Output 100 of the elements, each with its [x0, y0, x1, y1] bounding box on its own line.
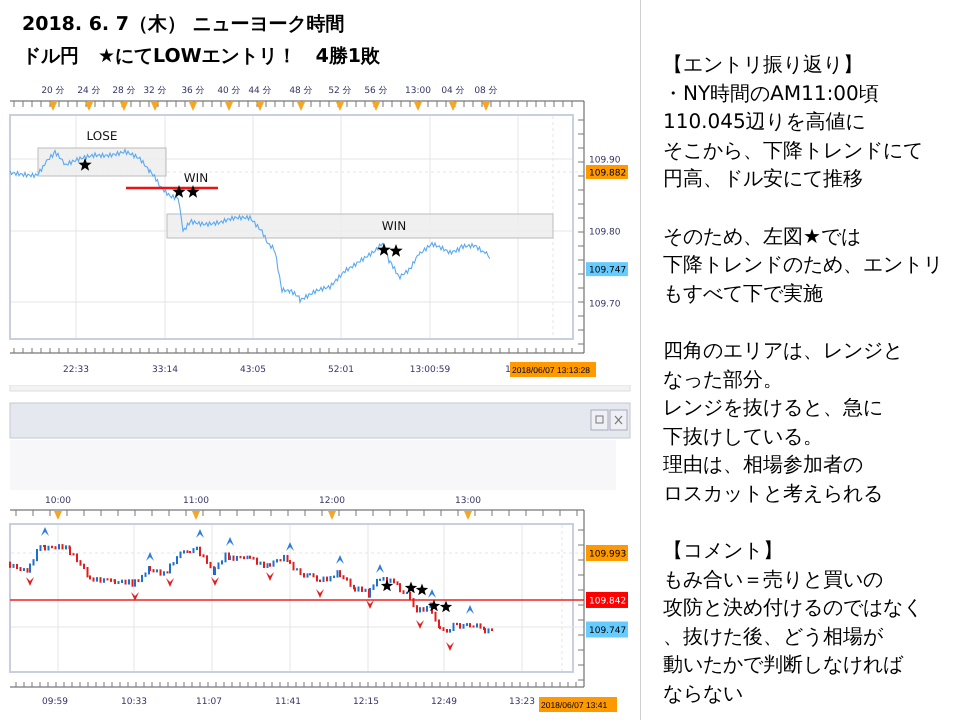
- marker-icon: [297, 102, 305, 111]
- note-line: ならない: [663, 680, 744, 708]
- date-tag: 2018/06/07 13:41: [539, 697, 617, 712]
- marker-icon: [336, 102, 344, 111]
- axis-label: 13:23: [509, 697, 535, 707]
- axis-label: 12:49: [431, 697, 457, 707]
- note-line: 理由は、相場参加者の: [663, 451, 864, 478]
- axis-label: 48 分: [289, 86, 313, 96]
- down-arrow-icon: [131, 592, 139, 601]
- down-arrow-icon: [26, 577, 34, 586]
- price-label: 109.80: [589, 228, 620, 238]
- axis-label: 11:07: [196, 697, 222, 707]
- axis-label: 11:41: [275, 697, 301, 707]
- note-line: 攻防と決め付けるのではなく: [663, 594, 924, 622]
- up-arrow-icon: [336, 555, 344, 564]
- axis-label: 1: [505, 365, 511, 375]
- price-label: 109.993: [589, 550, 626, 560]
- note-line: 110.045辺りを高値に: [663, 108, 867, 136]
- axis-label: 13:00: [405, 86, 431, 96]
- marker-icon: [464, 511, 472, 520]
- marker-icon: [256, 102, 264, 111]
- date-tag: 2018/06/07 13:13:28: [510, 362, 596, 377]
- axis-label: 24 分: [77, 86, 101, 96]
- price-label: 109.747: [589, 266, 626, 276]
- price-label: 109.90: [589, 156, 620, 166]
- note-line: ロスカットと考えられる: [663, 480, 884, 507]
- marker-icon: [482, 102, 490, 111]
- star-icon: [404, 582, 418, 594]
- note-line: ・NY時間のAM11:00頃: [663, 80, 880, 107]
- marker-icon: [151, 102, 159, 111]
- up-arrow-icon: [41, 527, 49, 536]
- up-arrow-icon: [196, 529, 204, 538]
- axis-label: 33:14: [152, 365, 178, 375]
- up-arrow-icon: [466, 605, 474, 614]
- star-icon: [78, 158, 92, 171]
- note-line: 四角のエリアは、レンジと: [663, 336, 904, 364]
- star-icon: [416, 584, 428, 596]
- note-line: 、抜けた後、どう相場が: [663, 622, 884, 650]
- down-arrow-icon: [416, 620, 424, 629]
- axis-label: 43:05: [240, 365, 266, 375]
- trade-result-label: WIN: [382, 219, 406, 233]
- note-line: 円高、ドル安にて推移: [663, 165, 864, 192]
- axis-label: 08 分: [474, 86, 498, 96]
- slide-title: 2018. 6. 7（木） ニューヨーク時間: [22, 12, 346, 37]
- star-icon: [440, 600, 452, 612]
- axis-label: 56 分: [364, 86, 388, 96]
- axis-label: 52 分: [328, 86, 352, 96]
- trade-result-label: LOSE: [86, 129, 118, 143]
- close-button[interactable]: [610, 410, 628, 430]
- note-line: 下降トレンドのため、エントリ: [663, 251, 943, 278]
- price-label: 109.70: [589, 300, 620, 310]
- down-arrow-icon: [366, 600, 374, 609]
- down-arrow-icon: [316, 589, 324, 598]
- maximize-button[interactable]: [590, 410, 608, 430]
- up-arrow-icon: [286, 542, 294, 551]
- axis-label: 28 分: [112, 86, 136, 96]
- axis-label: 10:33: [121, 697, 147, 707]
- marker-icon: [189, 102, 197, 111]
- marker-icon: [85, 102, 93, 111]
- star-icon: [377, 243, 391, 256]
- axis-label: 04 分: [441, 86, 465, 96]
- note-line: 下抜けしている。: [663, 422, 824, 450]
- note-line: 動いたかで判断しなければ: [663, 651, 904, 678]
- marker-icon: [54, 511, 62, 520]
- up-arrow-icon: [226, 537, 234, 546]
- down-arrow-icon: [211, 577, 219, 586]
- axis-label: 13:00:59: [410, 365, 450, 375]
- price-label: 109.882: [589, 168, 626, 178]
- note-line: そこから、下降トレンドにて: [663, 136, 924, 164]
- marker-icon: [372, 102, 380, 111]
- slide-title: ドル円 ★にてLOWエントリ！ 4勝1敗: [22, 44, 382, 69]
- trade-result-label: WIN: [184, 171, 208, 185]
- note-line: もすべて下で実施: [663, 280, 824, 307]
- axis-label: 52:01: [328, 365, 354, 375]
- axis-label: 32 分: [143, 86, 167, 96]
- axis-label: 44 分: [248, 86, 272, 96]
- marker-icon: [225, 102, 233, 111]
- marker-icon: [328, 511, 336, 520]
- marker-icon: [414, 102, 422, 111]
- section-heading: 【エントリ振り返り】: [663, 51, 864, 78]
- axis-label: 13:00: [455, 496, 481, 506]
- axis-label: 10:00: [45, 496, 71, 506]
- axis-label: 12:15: [353, 697, 379, 707]
- axis-label: 36 分: [181, 86, 205, 96]
- note-line: レンジを抜けると、急に: [663, 394, 884, 422]
- note-line: そのため、左図★では: [663, 222, 862, 250]
- star-icon: [172, 185, 186, 198]
- down-arrow-icon: [446, 642, 454, 651]
- star-icon: [389, 244, 403, 257]
- axis-label: 20 分: [41, 86, 65, 96]
- price-label: 109.747: [589, 626, 626, 636]
- marker-icon: [120, 102, 128, 111]
- axis-label: 11:00: [183, 496, 209, 506]
- up-arrow-icon: [376, 564, 384, 573]
- axis-label: 40 分: [217, 86, 241, 96]
- marker-icon: [192, 511, 200, 520]
- down-arrow-icon: [266, 572, 274, 581]
- note-line: なった部分。: [663, 366, 784, 393]
- axis-label: 12:00: [319, 496, 345, 506]
- star-icon: [380, 580, 394, 592]
